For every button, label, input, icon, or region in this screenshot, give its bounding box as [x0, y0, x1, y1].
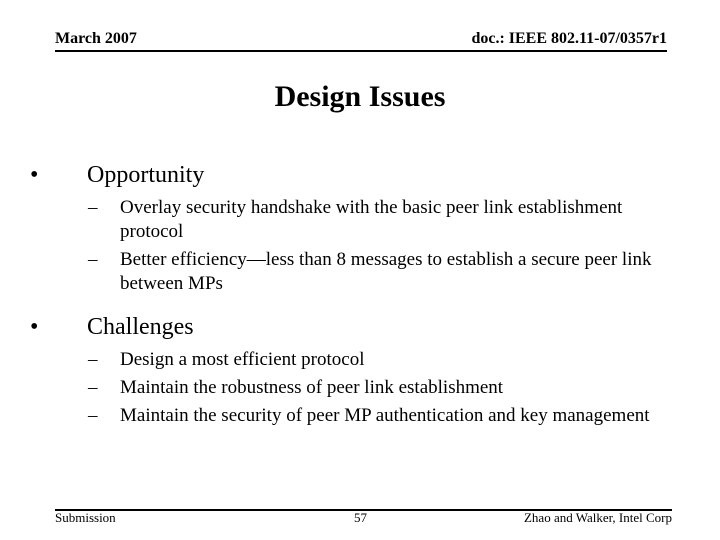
sub-bullet-text: Maintain the security of peer MP authent…	[120, 405, 650, 426]
footer-submission: Submission	[55, 510, 116, 525]
slide-title: Design Issues	[274, 80, 446, 113]
dash-icon: –	[88, 249, 98, 270]
heading-text: Opportunity	[87, 162, 205, 188]
sub-bullet-list: – Overlay security handshake with the ba…	[30, 196, 670, 296]
bullet-heading: • Opportunity	[30, 160, 670, 190]
section-opportunity: • Opportunity – Overlay security handsha…	[30, 160, 670, 296]
bullet-icon: •	[30, 162, 39, 188]
dash-icon: –	[88, 197, 98, 218]
dash-icon: –	[88, 405, 98, 426]
sub-bullet-text: Better efficiency—less than 8 messages t…	[120, 249, 652, 294]
footer-page-number: 57	[354, 510, 367, 525]
bullet-icon: •	[30, 314, 39, 340]
sub-bullet-item: – Better efficiency—less than 8 messages…	[30, 248, 670, 296]
sub-bullet-item: – Design a most efficient protocol	[30, 348, 670, 372]
sub-bullet-text: Design a most efficient protocol	[120, 349, 365, 370]
sub-bullet-item: – Maintain the security of peer MP authe…	[30, 404, 670, 428]
header-date: March 2007	[55, 30, 137, 47]
bullet-heading: • Challenges	[30, 312, 670, 342]
sub-bullet-item: – Overlay security handshake with the ba…	[30, 196, 670, 244]
slide-content: • Opportunity – Overlay security handsha…	[30, 160, 670, 444]
header-divider	[55, 50, 667, 52]
section-challenges: • Challenges – Design a most efficient p…	[30, 312, 670, 428]
sub-bullet-item: – Maintain the robustness of peer link e…	[30, 376, 670, 400]
footer-authors: Zhao and Walker, Intel Corp	[523, 510, 672, 525]
sub-bullet-list: – Design a most efficient protocol – Mai…	[30, 348, 670, 428]
header-doc-id: doc.: IEEE 802.11-07/0357r1	[471, 30, 667, 47]
dash-icon: –	[88, 349, 98, 370]
sub-bullet-text: Overlay security handshake with the basi…	[120, 197, 623, 242]
heading-text: Challenges	[87, 314, 194, 340]
dash-icon: –	[88, 377, 98, 398]
sub-bullet-text: Maintain the robustness of peer link est…	[120, 377, 504, 398]
